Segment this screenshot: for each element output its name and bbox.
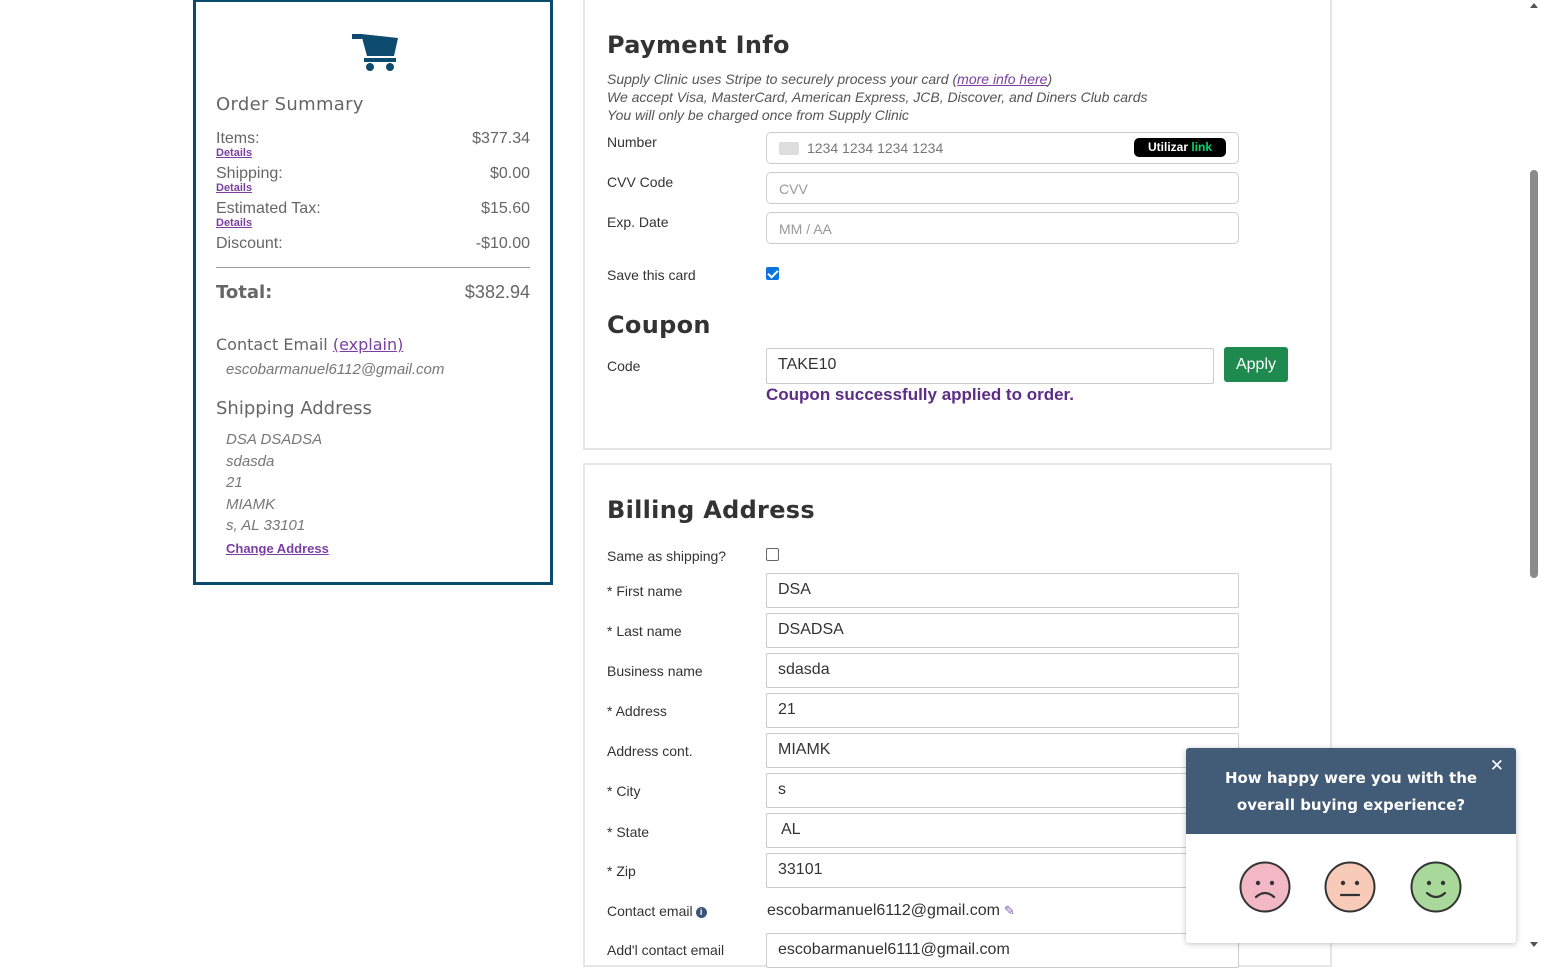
payment-panel: Payment Info Supply Clinic uses Stripe t… <box>583 0 1332 450</box>
addl-contact-email-input[interactable]: escobarmanuel6111@gmail.com <box>766 933 1239 968</box>
coupon-success-message: Coupon successfully applied to order. <box>766 385 1074 404</box>
coupon-title: Coupon <box>607 311 711 339</box>
business-name-label: Business name <box>607 663 703 679</box>
last-name-label: * Last name <box>607 623 682 639</box>
first-name-label: * First name <box>607 583 683 599</box>
sad-face-icon[interactable] <box>1239 861 1291 913</box>
address-line: s, AL 33101 <box>226 517 306 534</box>
tax-details-link[interactable]: Details <box>216 217 252 229</box>
stripe-note-close: ) <box>1047 71 1053 87</box>
last-name-input[interactable]: DSADSA <box>766 613 1239 648</box>
address-line: sdasda <box>226 453 275 470</box>
order-summary-panel: Order Summary Items: $377.34 Details Shi… <box>193 0 553 585</box>
address-cont-input[interactable]: MIAMK <box>766 733 1239 768</box>
order-summary-title: Order Summary <box>216 94 364 115</box>
coupon-code-label: Code <box>607 358 641 374</box>
exp-date-input[interactable]: MM / AA <box>766 212 1239 244</box>
items-details-link[interactable]: Details <box>216 147 252 159</box>
state-select[interactable]: AL <box>766 813 1239 848</box>
cvv-input[interactable]: CVV <box>766 172 1239 204</box>
scroll-down-arrow-icon[interactable] <box>1530 942 1538 947</box>
business-name-input[interactable]: sdasda <box>766 653 1239 688</box>
accepted-cards-note: We accept Visa, MasterCard, American Exp… <box>607 89 1148 105</box>
apply-coupon-button[interactable]: Apply <box>1224 347 1288 382</box>
stripe-note-text: Supply Clinic uses Stripe to securely pr… <box>607 71 958 87</box>
change-address-link[interactable]: Change Address <box>226 541 329 556</box>
link-badge-prefix: Utilizar <box>1147 140 1188 154</box>
tax-value: $15.60 <box>481 200 530 217</box>
address-input[interactable]: 21 <box>766 693 1239 728</box>
address-line: DSA DSADSA <box>226 431 323 448</box>
billing-contact-email-value: escobarmanuel6112@gmail.com <box>767 902 1000 919</box>
save-card-label: Save this card <box>607 267 696 283</box>
city-label: * City <box>607 783 641 799</box>
happy-face-icon[interactable] <box>1410 861 1462 913</box>
total-value: $382.94 <box>464 282 530 302</box>
page-scrollbar[interactable] <box>1527 0 1541 953</box>
payment-info-title: Payment Info <box>607 31 790 59</box>
billing-address-title: Billing Address <box>607 496 815 524</box>
shipping-details-link[interactable]: Details <box>216 182 252 194</box>
cvv-label: CVV Code <box>607 174 674 190</box>
discount-label: Discount: <box>216 235 283 252</box>
same-as-shipping-label: Same as shipping? <box>607 548 727 564</box>
state-label: * State <box>607 824 650 840</box>
link-badge-brand: link <box>1191 140 1213 154</box>
addl-contact-email-label: Add'l contact email <box>607 942 725 958</box>
card-number-placeholder: 1234 1234 1234 1234 <box>807 140 944 156</box>
zip-input[interactable]: 33101 <box>766 853 1239 888</box>
explain-link[interactable]: (explain) <box>333 335 404 354</box>
shipping-address-title: Shipping Address <box>216 398 372 419</box>
billing-contact-email: escobarmanuel6112@gmail.com ✎ <box>767 902 1015 920</box>
credit-card-icon <box>779 142 799 155</box>
summary-divider <box>216 267 530 268</box>
shipping-value: $0.00 <box>489 165 530 182</box>
same-as-shipping-checkbox[interactable] <box>766 548 779 561</box>
survey-question: How happy were you with the overall buyi… <box>1224 769 1478 814</box>
edit-pencil-icon[interactable]: ✎ <box>1004 903 1015 919</box>
contact-email-label: Contact email i <box>607 903 707 919</box>
card-number-input[interactable]: 1234 1234 1234 1234 Utilizar link <box>766 132 1239 164</box>
neutral-face-icon[interactable] <box>1324 861 1376 913</box>
items-value: $377.34 <box>472 130 530 147</box>
card-number-label: Number <box>607 134 657 150</box>
tax-label: Estimated Tax: <box>216 200 321 217</box>
first-name-input[interactable]: DSA <box>766 573 1239 608</box>
charge-note: You will only be charged once from Suppl… <box>607 107 909 123</box>
scroll-up-arrow-icon[interactable] <box>1530 3 1538 8</box>
exp-date-label: Exp. Date <box>607 214 669 230</box>
more-info-link[interactable]: more info here <box>957 71 1047 87</box>
satisfaction-survey-popup: How happy were you with the overall buyi… <box>1186 748 1516 943</box>
address-line: MIAMK <box>226 496 276 513</box>
address-label: * Address <box>607 703 667 719</box>
stripe-note: Supply Clinic uses Stripe to securely pr… <box>607 71 1052 87</box>
shipping-label: Shipping: <box>216 165 283 182</box>
contact-email-label-text: Contact email <box>607 903 693 919</box>
city-input[interactable]: s <box>766 773 1239 808</box>
coupon-code-input[interactable]: TAKE10 <box>766 348 1214 384</box>
contact-email-heading: Contact Email <box>216 335 328 354</box>
items-label: Items: <box>216 130 260 147</box>
info-icon[interactable]: i <box>695 906 707 918</box>
shopping-cart-icon <box>352 34 398 71</box>
discount-value: -$10.00 <box>475 235 530 252</box>
survey-header: How happy were you with the overall buyi… <box>1186 748 1516 834</box>
contact-email-title: Contact Email (explain) <box>216 335 403 354</box>
contact-email-value: escobarmanuel6112@gmail.com <box>226 361 445 378</box>
zip-label: * Zip <box>607 863 636 879</box>
address-line: 21 <box>226 474 243 491</box>
close-icon[interactable]: ✕ <box>1490 756 1504 776</box>
save-card-checkbox[interactable] <box>766 267 779 280</box>
stripe-link-button[interactable]: Utilizar link <box>1134 138 1226 157</box>
total-label: Total: <box>216 282 273 303</box>
scroll-thumb[interactable] <box>1530 170 1538 578</box>
address-cont-label: Address cont. <box>607 743 693 759</box>
